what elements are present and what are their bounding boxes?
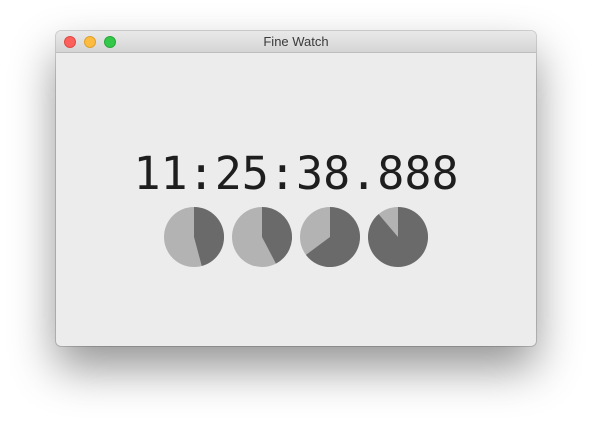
title-bar[interactable]: Fine Watch <box>56 31 536 53</box>
window-title: Fine Watch <box>263 34 329 49</box>
hours-dial <box>164 207 225 267</box>
time-display: 11:25:38.888 <box>133 147 459 200</box>
app-window: Fine Watch 11:25:38.888 <box>56 31 536 346</box>
minutes-dial <box>232 207 293 267</box>
milliseconds-dial <box>368 207 429 267</box>
dial-row <box>163 206 429 268</box>
seconds-dial <box>300 207 360 267</box>
milliseconds-dial-filled-wedge <box>368 207 429 267</box>
